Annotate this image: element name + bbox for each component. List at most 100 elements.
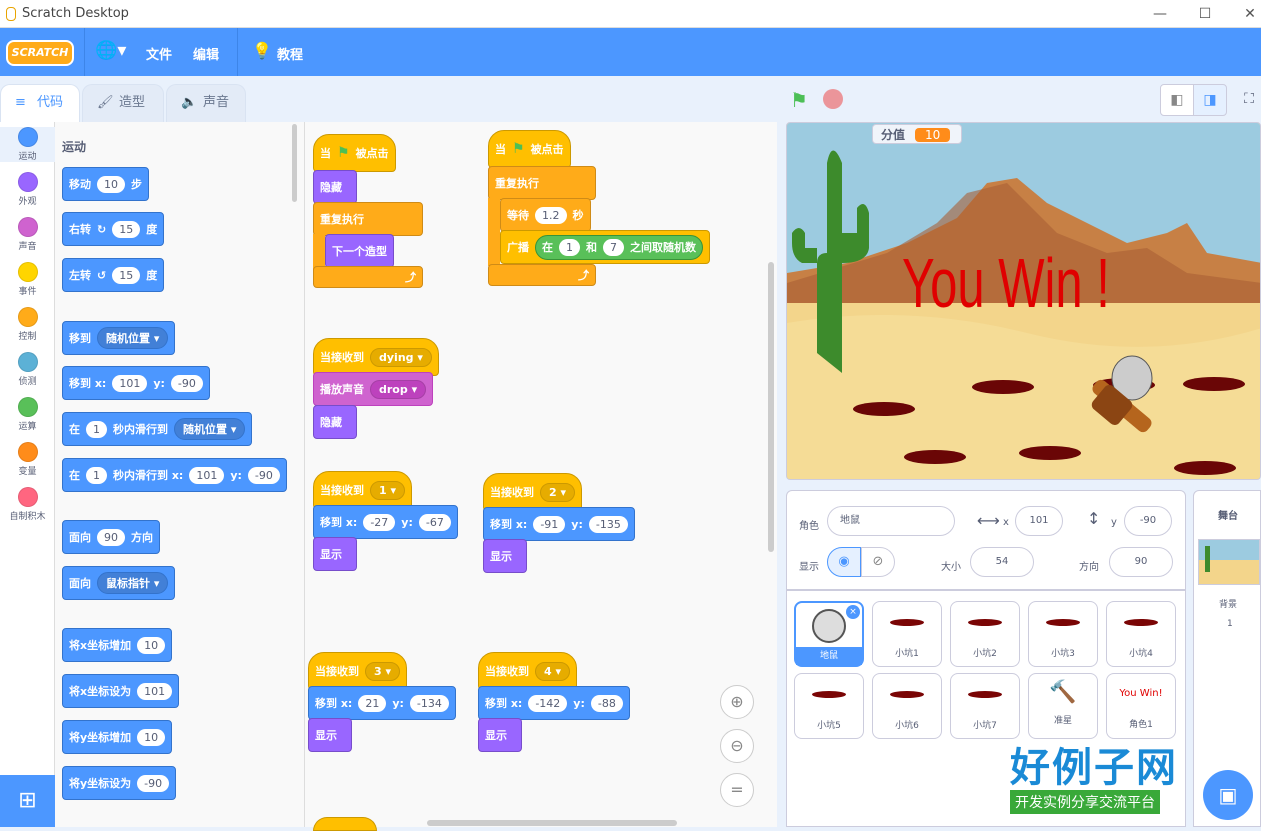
category-5[interactable]: 侦测 [0,352,55,387]
delete-sprite-icon[interactable]: × [846,605,860,619]
script5-hat-receive[interactable]: 当接收到 2 [483,473,583,511]
fullscreen-button[interactable]: ⛶ [1232,84,1261,116]
hole-thumbnail [890,691,924,698]
y-input[interactable]: -90 [1124,506,1172,536]
category-4[interactable]: 控制 [0,307,55,342]
watermark-logo: 好例子网 [1010,745,1178,791]
stop-button[interactable] [823,89,843,109]
script1-hide[interactable]: 隐藏 [313,170,357,204]
category-label: 事件 [18,287,37,297]
category-3[interactable]: 事件 [0,262,55,297]
direction-input[interactable]: 90 [1109,547,1173,577]
script7-show[interactable]: 显示 [478,718,522,752]
tab-costumes[interactable]: 🖌 造型 [82,84,164,122]
sprite-name: 地鼠 [796,647,862,665]
script5-show[interactable]: 显示 [483,539,527,573]
close-button[interactable]: ✕ [1235,4,1261,24]
backdrop-count: 1 [1227,619,1233,629]
sprite-tile[interactable]: 小坑6 [872,673,942,739]
language-globe-icon[interactable]: 🌐▾ [95,40,126,61]
block-change-y[interactable]: 将y坐标增加 10 [62,720,173,754]
zoom-reset-button[interactable]: = [720,773,754,807]
sprite-tile[interactable]: 🔨 准星 [1028,673,1098,739]
script1-next-costume[interactable]: 下一个造型 [325,234,394,268]
menu-file[interactable]: 文件 [146,44,172,63]
block-turn-right[interactable]: 右转 ↻ 15 度 [62,212,165,246]
script6-show[interactable]: 显示 [308,718,352,752]
stage[interactable]: You Win ! [786,122,1261,480]
small-stage-button[interactable]: ◧ [1160,84,1194,116]
block-turn-left[interactable]: 左转 ↺ 15 度 [62,258,165,292]
block-change-x[interactable]: 将x坐标增加 10 [62,628,173,662]
size-input[interactable]: 54 [970,547,1034,577]
sprite-name: 小坑1 [895,649,919,659]
tab-sounds[interactable]: 🔈 声音 [166,84,246,122]
block-glide-xy[interactable]: 在 1 秒内滑行到 x: 101 y: -90 [62,458,287,492]
block-goto-xy[interactable]: 移到 x: 101 y: -90 [62,366,210,400]
block-glide-random[interactable]: 在 1 秒内滑行到 随机位置 [62,412,253,446]
zoom-out-button[interactable]: ⊖ [720,729,754,763]
script4-goto-xy[interactable]: 移到 x: -27 y: -67 [313,505,458,539]
scratch-logo[interactable]: SCRATCH [6,40,74,66]
block-set-x[interactable]: 将x坐标设为 101 [62,674,180,708]
category-6[interactable]: 运算 [0,397,55,432]
script6-hat-receive[interactable]: 当接收到 3 [308,652,408,690]
script2-forever[interactable]: 重复执行 [488,166,596,200]
x-input[interactable]: 101 [1015,506,1063,536]
script1-forever[interactable]: 重复执行 [313,202,423,236]
category-dot-icon [17,217,38,237]
choose-backdrop-button[interactable]: ▣ [1203,770,1253,820]
sprite-tile[interactable]: 地鼠 × [794,601,864,667]
large-stage-button[interactable]: ◨ [1193,84,1227,116]
script6-goto-xy[interactable]: 移到 x: 21 y: -134 [308,686,456,720]
workspace-h-scrollbar[interactable] [427,820,677,826]
maximize-button[interactable]: ☐ [1190,4,1220,24]
category-2[interactable]: 声音 [0,217,55,252]
zoom-in-button[interactable]: ⊕ [720,685,754,719]
category-1[interactable]: 外观 [0,172,55,207]
script4-hat-receive[interactable]: 当接收到 1 [313,471,413,509]
script7-hat-receive[interactable]: 当接收到 4 [478,652,578,690]
script4-show[interactable]: 显示 [313,537,357,571]
sprite-tile[interactable]: You Win! 角色1 [1106,673,1176,739]
palette-scrollbar[interactable] [292,124,297,202]
script1-hat-flag[interactable]: 当 ⚑ 被点击 [313,134,396,172]
script7-goto-xy[interactable]: 移到 x: -142 y: -88 [478,686,630,720]
score-monitor[interactable]: 分值 10 [872,124,962,144]
block-move-steps[interactable]: 移动 10 步 [62,167,149,201]
script3-play-sound[interactable]: 播放声音 drop [313,372,434,406]
hide-eye-button[interactable]: ⊘ [861,547,895,577]
sprite-tile[interactable]: 小坑5 [794,673,864,739]
script3-hat-receive[interactable]: 当接收到 dying [313,338,439,376]
sprite-name-input[interactable]: 地鼠 [827,506,955,536]
script2-broadcast[interactable]: 广播 在 1 和 7 之间取随机数 [500,230,710,264]
sprite-name: 小坑7 [973,721,997,731]
sprite-tile[interactable]: 小坑4 [1106,601,1176,667]
script2-wait[interactable]: 等待 1.2 秒 [500,198,591,232]
green-flag-button[interactable]: ⚑ [790,88,808,112]
script8-hat-partial[interactable] [313,817,377,831]
sprite-tile[interactable]: 小坑2 [950,601,1020,667]
block-point-towards[interactable]: 面向 鼠标指针 [62,566,176,600]
sprite-tile[interactable]: 小坑7 [950,673,1020,739]
lightbulb-icon: 💡 [252,41,272,60]
sprite-tile[interactable]: 小坑3 [1028,601,1098,667]
script5-goto-xy[interactable]: 移到 x: -91 y: -135 [483,507,635,541]
script2-hat-flag[interactable]: 当 ⚑ 被点击 [488,130,571,168]
minimize-button[interactable]: — [1145,4,1175,24]
block-goto[interactable]: 移到 随机位置 [62,321,176,355]
category-0[interactable]: 运动 [0,127,55,162]
menu-tutorials[interactable]: 教程 [277,44,303,63]
menu-edit[interactable]: 编辑 [193,44,219,63]
show-eye-button[interactable]: ◉ [827,547,861,577]
add-extension-button[interactable]: ⊞ [0,775,55,827]
category-7[interactable]: 变量 [0,442,55,477]
watermark-slogan: 开发实例分享交流平台 [1010,790,1160,814]
block-set-y[interactable]: 将y坐标设为 -90 [62,766,177,800]
sprite-tile[interactable]: 小坑1 [872,601,942,667]
category-8[interactable]: 自制积木 [0,487,55,522]
block-point-direction[interactable]: 面向 90 方向 [62,520,160,554]
script3-hide[interactable]: 隐藏 [313,405,357,439]
tab-code[interactable]: ≡ 代码 [0,84,80,122]
workspace-v-scrollbar[interactable] [768,262,774,552]
